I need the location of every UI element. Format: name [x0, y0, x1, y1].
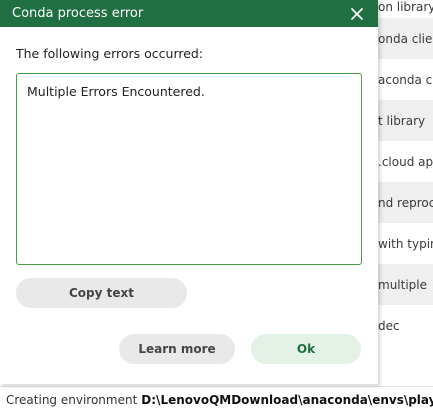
- status-bar: Creating environment D:\LenovoQMDownload…: [0, 386, 433, 413]
- list-item: t library: [378, 100, 433, 141]
- list-item: onda clier: [378, 18, 433, 59]
- list-item: with typin: [378, 236, 433, 251]
- dialog-title: Conda process error: [12, 6, 144, 21]
- copy-text-button[interactable]: Copy text: [16, 278, 187, 308]
- dialog-titlebar: Conda process error: [0, 0, 378, 27]
- list-item: nd reproc: [378, 182, 433, 223]
- error-text-area[interactable]: Multiple Errors Encountered.: [16, 73, 362, 265]
- learn-more-button[interactable]: Learn more: [119, 334, 235, 364]
- list-item: aconda cl: [378, 72, 433, 87]
- background-package-list: on library onda clier aconda cl t librar…: [378, 0, 433, 385]
- close-button[interactable]: [348, 5, 366, 23]
- ok-button[interactable]: Ok: [251, 334, 361, 364]
- status-text: Creating environment: [6, 393, 138, 407]
- list-item: multiple: [378, 264, 433, 305]
- environment-path: D:\LenovoQMDownload\anaconda\envs\playol…: [141, 393, 433, 407]
- list-item: dec: [378, 318, 400, 333]
- list-item: .cloud api: [378, 154, 433, 169]
- error-text: Multiple Errors Encountered.: [27, 84, 205, 99]
- conda-error-dialog: Conda process error The following errors…: [0, 0, 378, 384]
- list-item: on library: [378, 0, 433, 14]
- message-label: The following errors occurred:: [16, 46, 204, 61]
- close-icon: [351, 7, 363, 20]
